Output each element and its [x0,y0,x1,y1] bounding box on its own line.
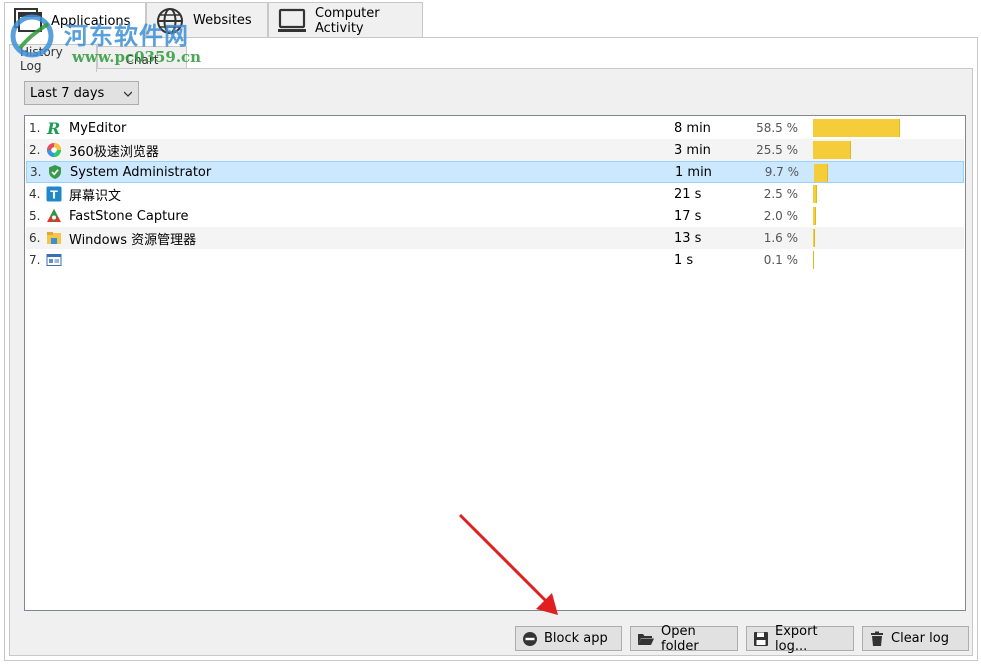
app-duration: 1 min [675,164,712,180]
app-duration: 8 min [674,120,711,136]
app-percent: 2.5 % [763,187,798,201]
browser-icon [47,143,61,157]
app-name: MyEditor [69,120,127,136]
list-item[interactable]: 7. 1 s 0.1 % [26,249,964,271]
export-log-label: Export log... [775,623,818,654]
app-percent: 58.5 % [756,121,798,135]
usage-bar [813,207,816,225]
period-dropdown-value: Last 7 days [30,85,105,101]
save-icon [754,631,768,646]
app-percent: 25.5 % [756,143,798,157]
myeditor-icon: R [46,120,60,136]
shield-icon [49,165,61,179]
app-duration: 17 s [674,208,702,224]
list-item[interactable]: 6. Windows 资源管理器 13 s 1.6 % [26,227,964,249]
tab-applications[interactable]: Applications [4,2,146,39]
svg-text:T: T [50,189,58,202]
svg-text:R: R [46,120,60,136]
app-duration: 3 min [674,142,711,158]
window-icon [46,254,62,266]
tab-history-log[interactable]: History Log [9,44,97,73]
app-percent: 0.1 % [763,253,798,267]
list-item[interactable]: 2. 360极速浏览器 3 min 25.5 % [26,139,964,161]
open-folder-label: Open folder [661,623,699,654]
annotation-arrow-icon [458,513,558,615]
capture-icon [47,209,61,222]
applications-icon [13,6,43,36]
rank-number: 3. [30,165,42,179]
rank-number: 4. [29,187,41,201]
trash-icon [871,631,883,646]
list-item[interactable]: 1. R MyEditor 8 min 58.5 % [26,117,964,139]
app-duration: 1 s [674,252,694,268]
tab-websites-label: Websites [193,13,252,28]
tab-computer-activity[interactable]: Computer Activity [268,2,423,38]
folder-open-icon [638,633,654,645]
app-percent: 9.7 % [764,165,799,179]
app-name: FastStone Capture [69,208,189,224]
clear-log-label: Clear log [891,631,949,646]
export-log-button[interactable]: Export log... [746,623,854,654]
app-name: 360极速浏览器 [69,144,159,160]
globe-icon [155,6,185,36]
rank-number: 1. [29,121,41,135]
usage-bar [813,229,815,247]
period-dropdown[interactable]: Last 7 days [24,81,139,105]
rank-number: 6. [29,231,41,245]
block-icon [523,631,537,646]
chevron-down-icon [124,91,132,97]
usage-bar [813,119,900,137]
clear-log-button[interactable]: Clear log [862,626,969,651]
rank-number: 5. [29,209,41,223]
tab-chart-label: Chart [125,52,159,67]
app-name: 屏幕识文 [69,188,122,204]
folder-icon [47,232,61,244]
tab-computer-activity-label: Computer Activity [315,5,380,36]
tab-websites[interactable]: Websites [146,2,268,38]
top-tab-bar: Applications Websites Computer Activity [0,0,981,39]
app-name: System Administrator [70,164,212,180]
app-percent: 2.0 % [763,209,798,223]
tab-history-log-label: History Log [20,44,63,73]
open-folder-button[interactable]: Open folder [630,623,738,654]
monitor-icon [277,6,307,36]
usage-bar [813,185,817,203]
block-app-button[interactable]: Block app [515,626,622,651]
list-item[interactable]: 5. FastStone Capture 17 s 2.0 % [26,205,964,227]
usage-bar [814,164,828,182]
app-duration: 13 s [674,230,702,246]
usage-bar [813,251,814,269]
list-item[interactable]: 4. T 屏幕识文 21 s 2.5 % [26,183,964,205]
app-percent: 1.6 % [763,231,798,245]
app-duration: 21 s [674,186,702,202]
rank-number: 7. [29,253,41,267]
list-item[interactable]: 3. System Administrator 1 min 9.7 % [26,161,964,183]
block-app-label: Block app [544,631,608,646]
tab-applications-label: Applications [51,13,131,29]
app-name: Windows 资源管理器 [69,232,197,248]
rank-number: 2. [29,143,41,157]
text-t-icon: T [46,186,62,202]
usage-bar [813,141,851,159]
